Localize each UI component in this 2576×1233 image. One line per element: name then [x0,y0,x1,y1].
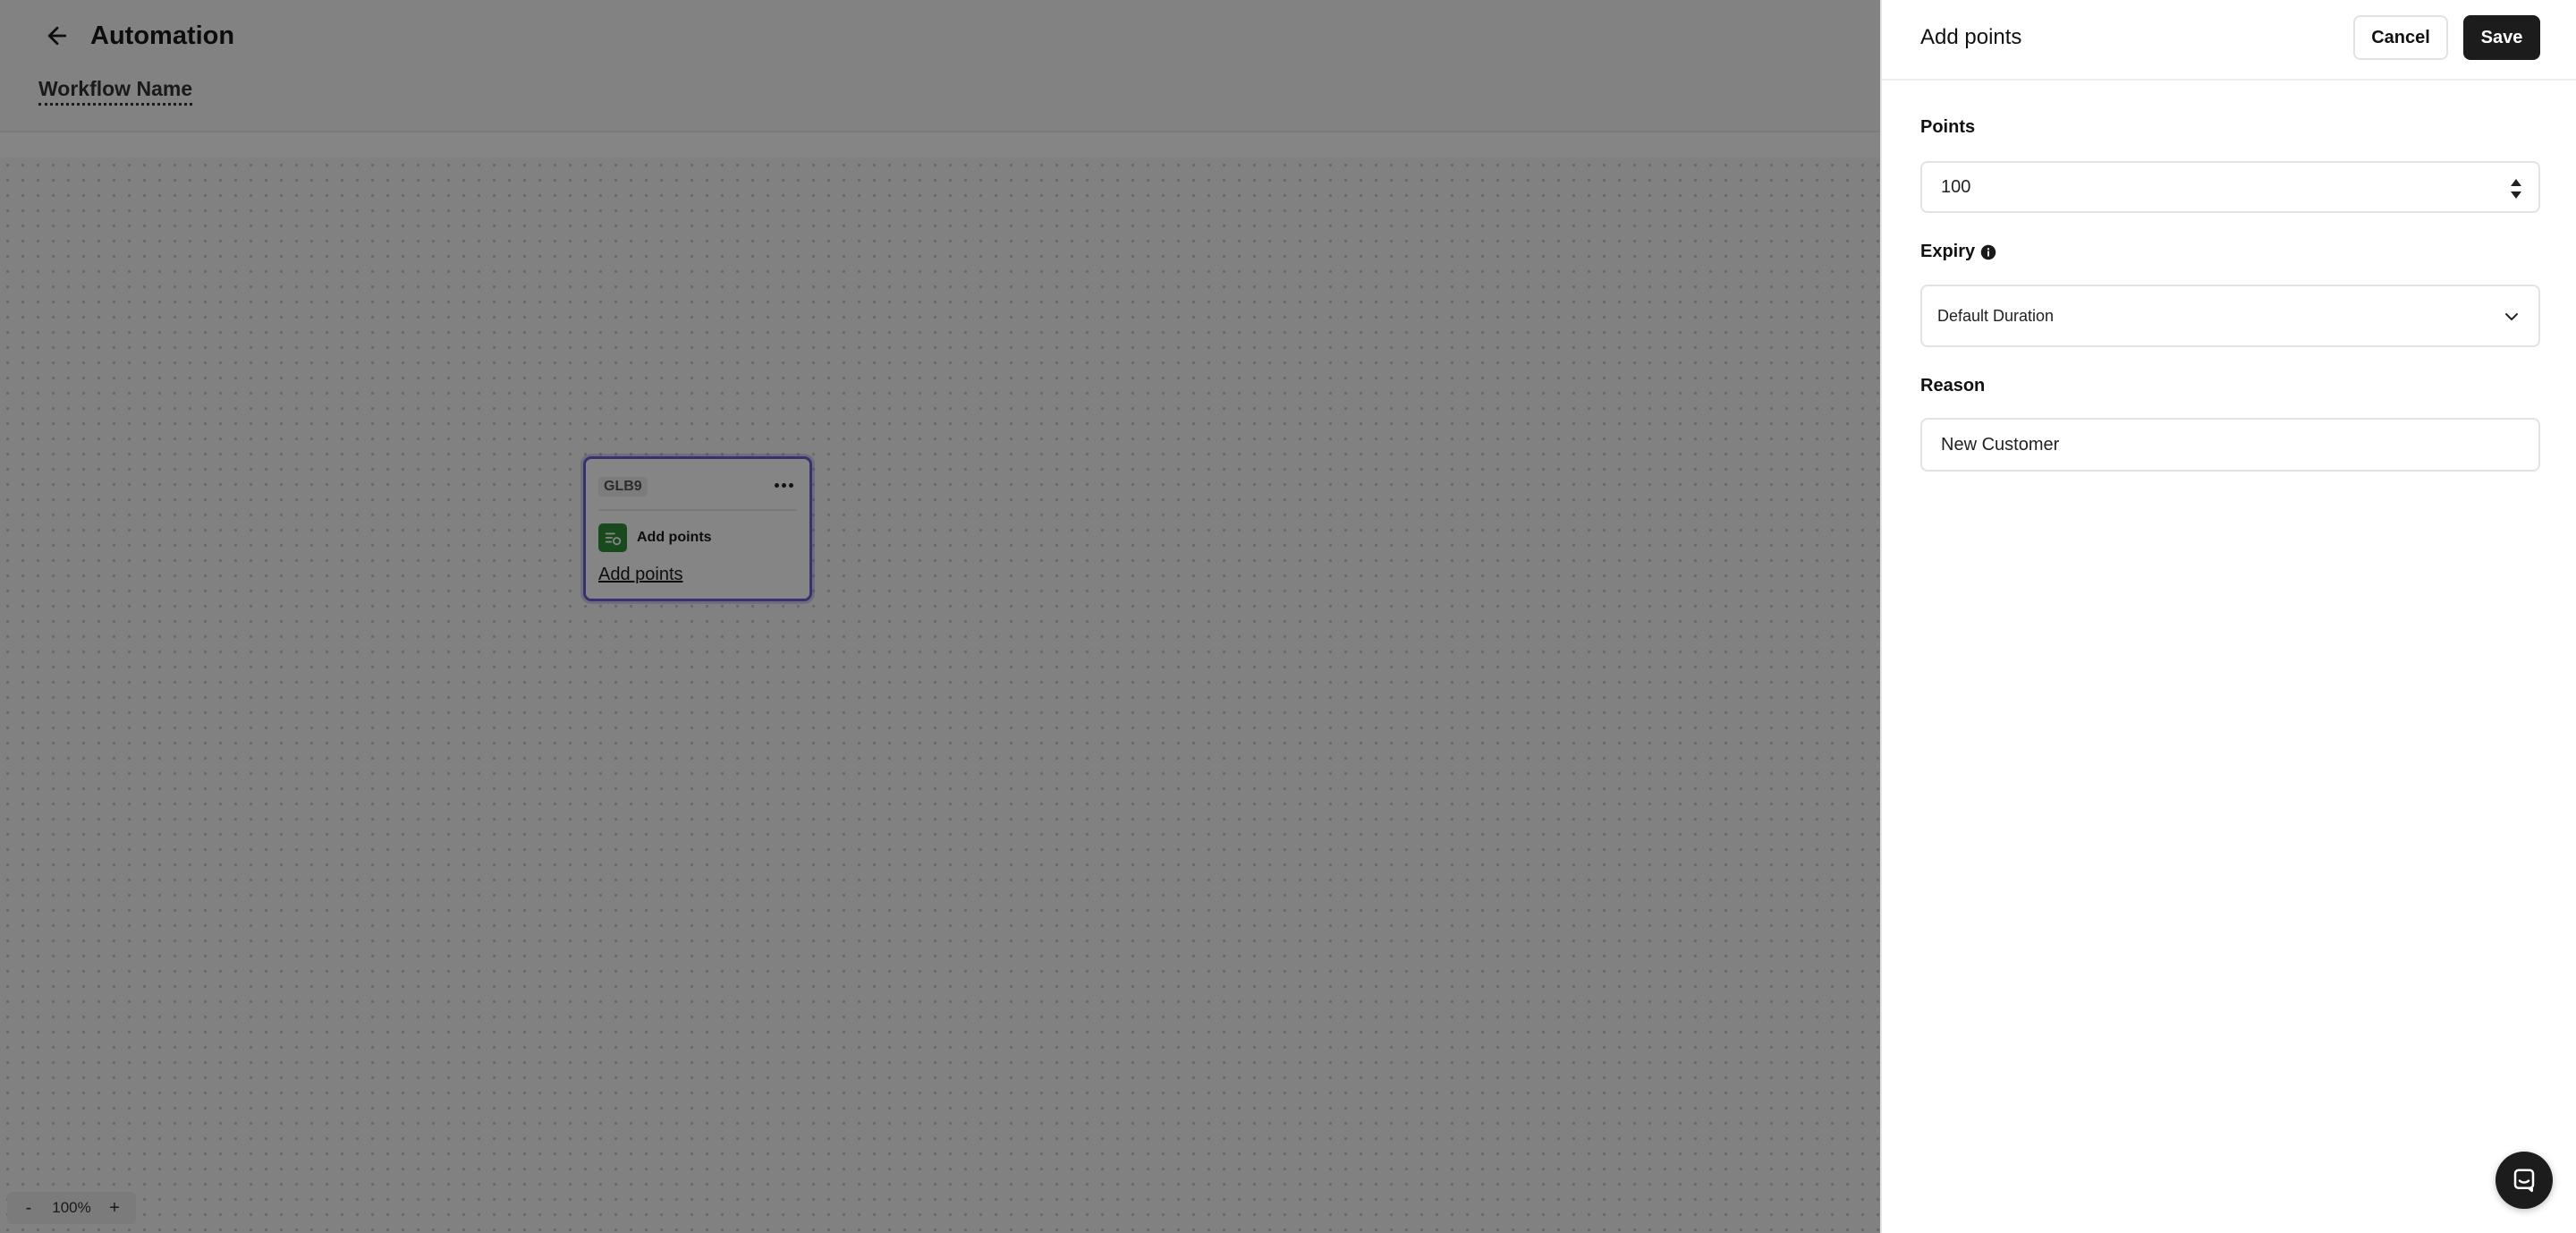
chat-launcher-button[interactable] [2496,1152,2553,1209]
expiry-selected-value: Default Duration [1937,306,2055,325]
expiry-label: Expiry [1920,242,1996,262]
stepper-icon[interactable] [2510,179,2522,199]
stepper-up-icon[interactable] [2511,179,2521,186]
info-icon[interactable] [1980,244,1996,260]
chevron-down-icon [2505,313,2518,320]
panel-header: Add points Cancel Save [1882,0,2576,81]
cancel-button[interactable]: Cancel [2353,15,2448,60]
points-label: Points [1920,117,1975,138]
modal-overlay[interactable] [0,0,1880,1233]
reason-label-text: Reason [1920,376,1986,395]
points-input[interactable]: 100 [1920,161,2540,213]
reason-label: Reason [1920,376,1985,396]
expiry-select[interactable]: Default Duration [1920,285,2540,347]
stepper-down-icon[interactable] [2511,191,2521,199]
points-label-text: Points [1920,117,1976,137]
expiry-label-text: Expiry [1920,242,1976,261]
points-value: 100 [1941,176,1971,197]
add-points-panel: Add points Cancel Save Points 100 Expiry… [1880,0,2576,1233]
panel-title: Add points [1920,25,2022,49]
save-button[interactable]: Save [2463,15,2540,60]
reason-value: New Customer [1941,434,2060,455]
chat-icon [2513,1169,2535,1193]
reason-input[interactable]: New Customer [1920,418,2540,472]
